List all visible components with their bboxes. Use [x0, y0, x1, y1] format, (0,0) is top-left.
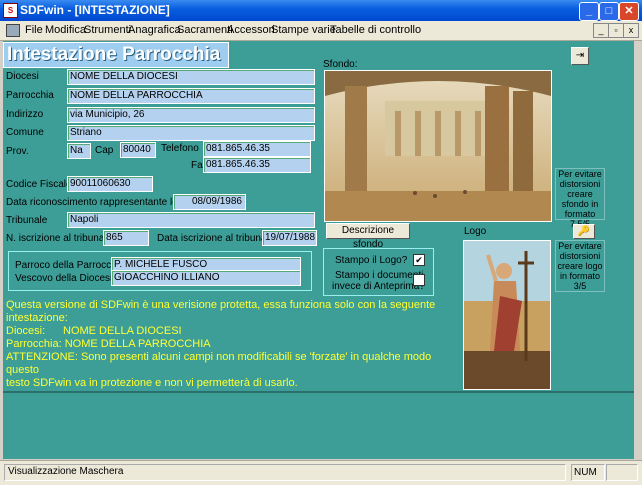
status-text: Visualizzazione Maschera [8, 466, 124, 477]
status-panel-extra [606, 464, 638, 481]
comune-label: Comune [6, 127, 44, 138]
notice-diocesi-value: NOME DELLA DIOCESI [63, 325, 182, 337]
background-image[interactable] [324, 70, 552, 222]
notice-line-2: intestazione: [6, 312, 68, 324]
n-iscrizione-field[interactable]: 865 [103, 230, 149, 246]
stampo-logo-label: Stampo il Logo? [335, 255, 408, 266]
menu-stampe-varie[interactable]: Stampe varie [271, 24, 336, 36]
parrocchia-field[interactable]: NOME DELLA PARROCCHIA [67, 88, 315, 104]
notice-parrocchia-label: Parrocchia: [6, 338, 62, 350]
logo-image[interactable] [463, 240, 551, 390]
codice-fiscale-label: Codice Fiscale [6, 179, 72, 190]
mdi-close-button[interactable]: x [623, 23, 639, 38]
tribunale-field[interactable]: Napoli [67, 212, 315, 228]
notice-parrocchia-value: NOME DELLA PARROCCHIA [64, 338, 211, 350]
parrocchia-label: Parrocchia [6, 90, 54, 101]
logo-label: Logo [464, 226, 487, 237]
notice-diocesi: Diocesi: NOME DELLA DIOCESI [6, 325, 446, 338]
page-title: Intestazione Parrocchia [3, 42, 229, 68]
data-riconoscimento-field[interactable]: 08/09/1986 [173, 194, 246, 210]
indirizzo-label: Indirizzo [6, 109, 44, 120]
descrizione-sfondo-button[interactable]: Descrizione sfondo [326, 223, 410, 250]
mdi-minimize-button[interactable]: _ [593, 23, 609, 38]
window-title: SDFwin - [INTESTAZIONE] [20, 3, 170, 17]
menu-modifica[interactable]: Modifica [45, 24, 86, 36]
minimize-button[interactable]: _ [579, 2, 599, 21]
title-bar: S SDFwin - [INTESTAZIONE] _ □ ✕ [0, 0, 642, 21]
notice-line-1: Questa versione di SDFwin è una verision… [6, 299, 436, 311]
telefono-label: Telefono [161, 143, 199, 154]
indirizzo-field[interactable]: via Municipio, 26 [67, 107, 315, 123]
stampo-documenti-label-2: invece di Anteprima? [332, 281, 425, 292]
protection-notice: Questa versione di SDFwin è una verision… [6, 299, 446, 390]
stampo-documenti-checkbox[interactable] [413, 274, 425, 286]
menu-strumenti[interactable]: Strumenti [84, 24, 131, 36]
status-panel: Visualizzazione Maschera [4, 464, 566, 481]
tribunale-label: Tribunale [6, 215, 48, 226]
diocesi-field[interactable]: NOME DELLA DIOCESI [67, 69, 315, 85]
codice-fiscale-field[interactable]: 90011060630 [67, 176, 153, 192]
stampo-documenti-label-1: Stampo i documenti [335, 270, 424, 281]
sfondo-format-note: Per evitare distorsioni creare sfondo in… [555, 168, 605, 229]
status-bar: Visualizzazione Maschera NUM [0, 460, 642, 485]
close-button[interactable]: ✕ [619, 2, 639, 21]
data-riconoscimento-label: Data riconoscimento rappresentante legal… [6, 197, 197, 208]
parroco-label: Parroco della Parrocchia [15, 260, 125, 271]
data-iscrizione-label: Data iscrizione al tribunale [157, 233, 275, 244]
form-footer [3, 391, 634, 459]
document-icon[interactable] [6, 24, 20, 37]
diocesi-label: Diocesi [6, 71, 39, 82]
vescovo-field[interactable]: GIOACCHINO ILLIANO [111, 270, 301, 286]
notice-diocesi-label: Diocesi: [6, 325, 46, 337]
menu-sacramenti[interactable]: Sacramenti [177, 24, 233, 36]
vescovo-label: Vescovo della Diocesi [15, 273, 113, 284]
cap-field[interactable]: 80040 [120, 142, 156, 158]
exit-icon[interactable]: ⇥ [571, 47, 589, 65]
sfondo-label: Sfondo: [323, 59, 358, 70]
menu-accessori[interactable]: Accessori [227, 24, 275, 36]
telefono-field[interactable]: 081.865.46.35 [203, 141, 311, 157]
maximize-button[interactable]: □ [599, 2, 619, 21]
prov-label: Prov. [6, 146, 29, 157]
notice-parrocchia: Parrocchia: NOME DELLA PARROCCHIA [6, 338, 446, 351]
basilica-interior-image [325, 71, 551, 221]
stampo-logo-checkbox[interactable]: ✔ [413, 254, 425, 266]
form-area: Intestazione Parrocchia Diocesi NOME DEL… [3, 41, 634, 391]
comune-field[interactable]: Striano [67, 125, 315, 141]
menu-anagrafica[interactable]: Anagrafica [128, 24, 181, 36]
fax-field[interactable]: 081.865.46.35 [203, 157, 311, 173]
n-iscrizione-label: N. iscrizione al tribunale [6, 233, 113, 244]
menu-tabelle-di-controllo[interactable]: Tabelle di controllo [330, 24, 421, 36]
app-icon: S [3, 3, 18, 18]
data-iscrizione-field[interactable]: 19/07/1988 [262, 230, 317, 246]
notice-line-5: ATTENZIONE: Sono presenti alcuni campi n… [6, 351, 432, 376]
menu-file[interactable]: File [25, 24, 43, 36]
saint-logo-image [464, 241, 550, 389]
num-lock-indicator: NUM [571, 464, 605, 481]
notice-line-6: testo SDFwin va in protezione e non vi p… [6, 377, 298, 389]
mdi-restore-button[interactable]: ▫ [608, 23, 624, 38]
cap-label: Cap [95, 145, 114, 156]
menu-bar: File Modifica Strumenti Anagrafica Sacra… [0, 21, 642, 41]
prov-field[interactable]: Na [67, 143, 91, 159]
key-icon[interactable]: 🔑 [573, 224, 595, 239]
logo-format-note: Per evitare distorsioni creare logo in f… [555, 240, 605, 292]
